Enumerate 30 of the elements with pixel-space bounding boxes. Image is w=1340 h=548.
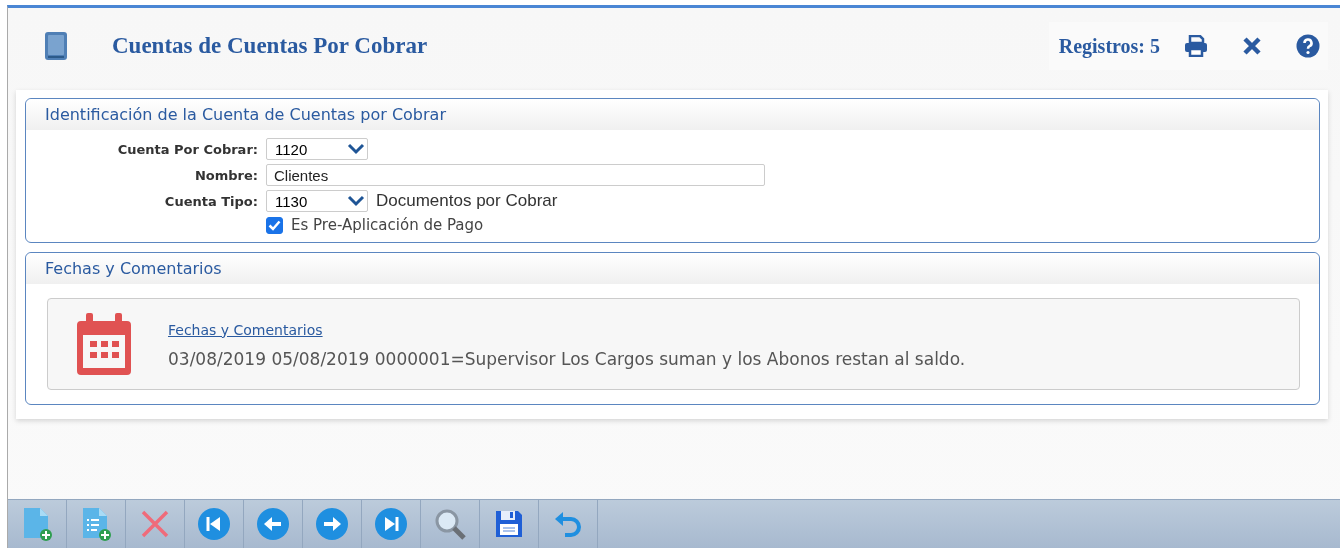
account-dropdown[interactable]: 1130 [266,190,368,212]
arrow-left-icon[interactable] [256,507,290,541]
chevron-down-icon [347,195,365,207]
print-icon[interactable] [1184,35,1208,57]
arrow-right-icon[interactable] [315,507,349,541]
calendar-icon [76,313,132,375]
save-icon[interactable] [494,509,524,539]
last-record-icon[interactable] [374,507,408,541]
close-icon[interactable] [1242,36,1262,56]
dates-link[interactable]: Fechas y Comentarios [168,321,323,338]
delete-icon[interactable] [140,509,170,539]
page-title: Cuentas de Cuentas Por Cobrar [112,33,429,59]
search-icon[interactable] [433,507,467,541]
help-icon[interactable] [1296,34,1320,58]
field-label: Cuenta Por Cobrar: [116,141,258,157]
checkbox[interactable] [266,216,283,234]
checkbox-label: Es Pre-Aplicación de Pago [291,216,484,234]
name-field[interactable]: Clientes [266,164,765,186]
field-label: Nombre: [193,167,258,183]
comment-text: 03/08/2019 05/08/2019 0000001=Supervisor Los Cargos suman y los Abonos restan al saldo. [168,348,966,369]
book-icon [44,31,68,61]
account-dropdown[interactable]: 1120 [266,138,368,160]
first-record-icon[interactable] [197,507,231,541]
section-title: Identificación de la Cuenta de Cuentas por Cobrar [26,99,1319,130]
field-label: Cuenta Tipo: [163,193,258,209]
account-type-description: Documentos por Cobrar [376,191,558,211]
chevron-down-icon [347,143,365,155]
section-title: Fechas y Comentarios [26,253,1319,284]
record-count: Registros: 5 [1058,34,1160,58]
undo-icon[interactable] [553,509,583,539]
